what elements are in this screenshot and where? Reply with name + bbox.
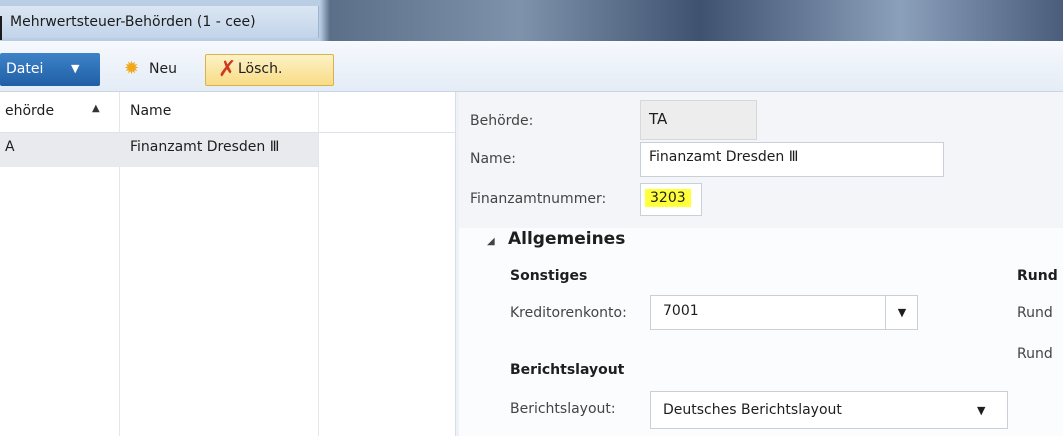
section-title[interactable]: Allgemeines [508, 229, 625, 249]
behoerde-label: Behörde: [470, 113, 534, 129]
behoerde-field: TA [640, 100, 757, 140]
kreditorenkonto-label: Kreditorenkonto: [510, 305, 627, 321]
chevron-down-icon[interactable]: ▼ [977, 404, 985, 417]
column-header-name[interactable]: Name [130, 103, 171, 119]
cell-name[interactable]: Finanzamt Dresden Ⅲ [130, 139, 279, 155]
chevron-down-icon: ▼ [71, 62, 80, 75]
new-button[interactable]: ✹ Neu [117, 54, 197, 86]
finanzamtnummer-value: 3203 [645, 189, 691, 207]
file-menu-button[interactable]: Datei ▼ [0, 53, 100, 86]
rund-label-2: Rund [1017, 346, 1053, 362]
berichtslayout-label: Berichtslayout: [510, 401, 616, 417]
finanzamtnummer-field[interactable]: 3203 [640, 183, 702, 216]
berichtslayout-value: Deutsches Berichtslayout [663, 402, 842, 418]
x-icon: ✗ [218, 57, 237, 82]
rund-label-1: Rund [1017, 305, 1053, 321]
window-title-box: Mehrwertsteuer-Behörden (1 - cee) [0, 6, 319, 40]
delete-label: Lösch. [238, 61, 283, 77]
finanzamtnummer-label: Finanzamtnummer: [470, 191, 607, 207]
behoerde-value: TA [649, 110, 668, 128]
sun-icon: ✹ [124, 58, 140, 79]
delete-button[interactable]: ✗ Lösch. [205, 54, 334, 86]
group-title-rund: Rund [1017, 268, 1058, 284]
lookup-dropdown-icon[interactable]: ▼ [885, 296, 918, 329]
name-value: Finanzamt Dresden Ⅲ [649, 149, 799, 165]
kreditorenkonto-field[interactable]: 7001 ▼ [650, 295, 918, 330]
sort-ascending-icon[interactable]: ▲ [92, 103, 100, 114]
collapse-triangle-icon[interactable]: ◢ [487, 236, 495, 247]
name-field[interactable]: Finanzamt Dresden Ⅲ [640, 142, 944, 177]
window-title: Mehrwertsteuer-Behörden (1 - cee) [10, 14, 256, 30]
column-header-behoerde[interactable]: ehörde [5, 103, 54, 119]
title-edge [0, 16, 2, 40]
list-header [0, 92, 455, 133]
column-divider [318, 92, 319, 436]
kreditorenkonto-value: 7001 [663, 303, 699, 319]
cell-behoerde[interactable]: A [5, 139, 15, 155]
group-title-sonstiges: Sonstiges [510, 268, 588, 284]
berichtslayout-select[interactable]: Deutsches Berichtslayout ▼ [650, 391, 1008, 429]
file-menu-label: Datei [6, 61, 44, 77]
name-label: Name: [470, 151, 517, 167]
new-label: Neu [149, 61, 177, 77]
group-title-berichtslayout: Berichtslayout [510, 362, 625, 378]
